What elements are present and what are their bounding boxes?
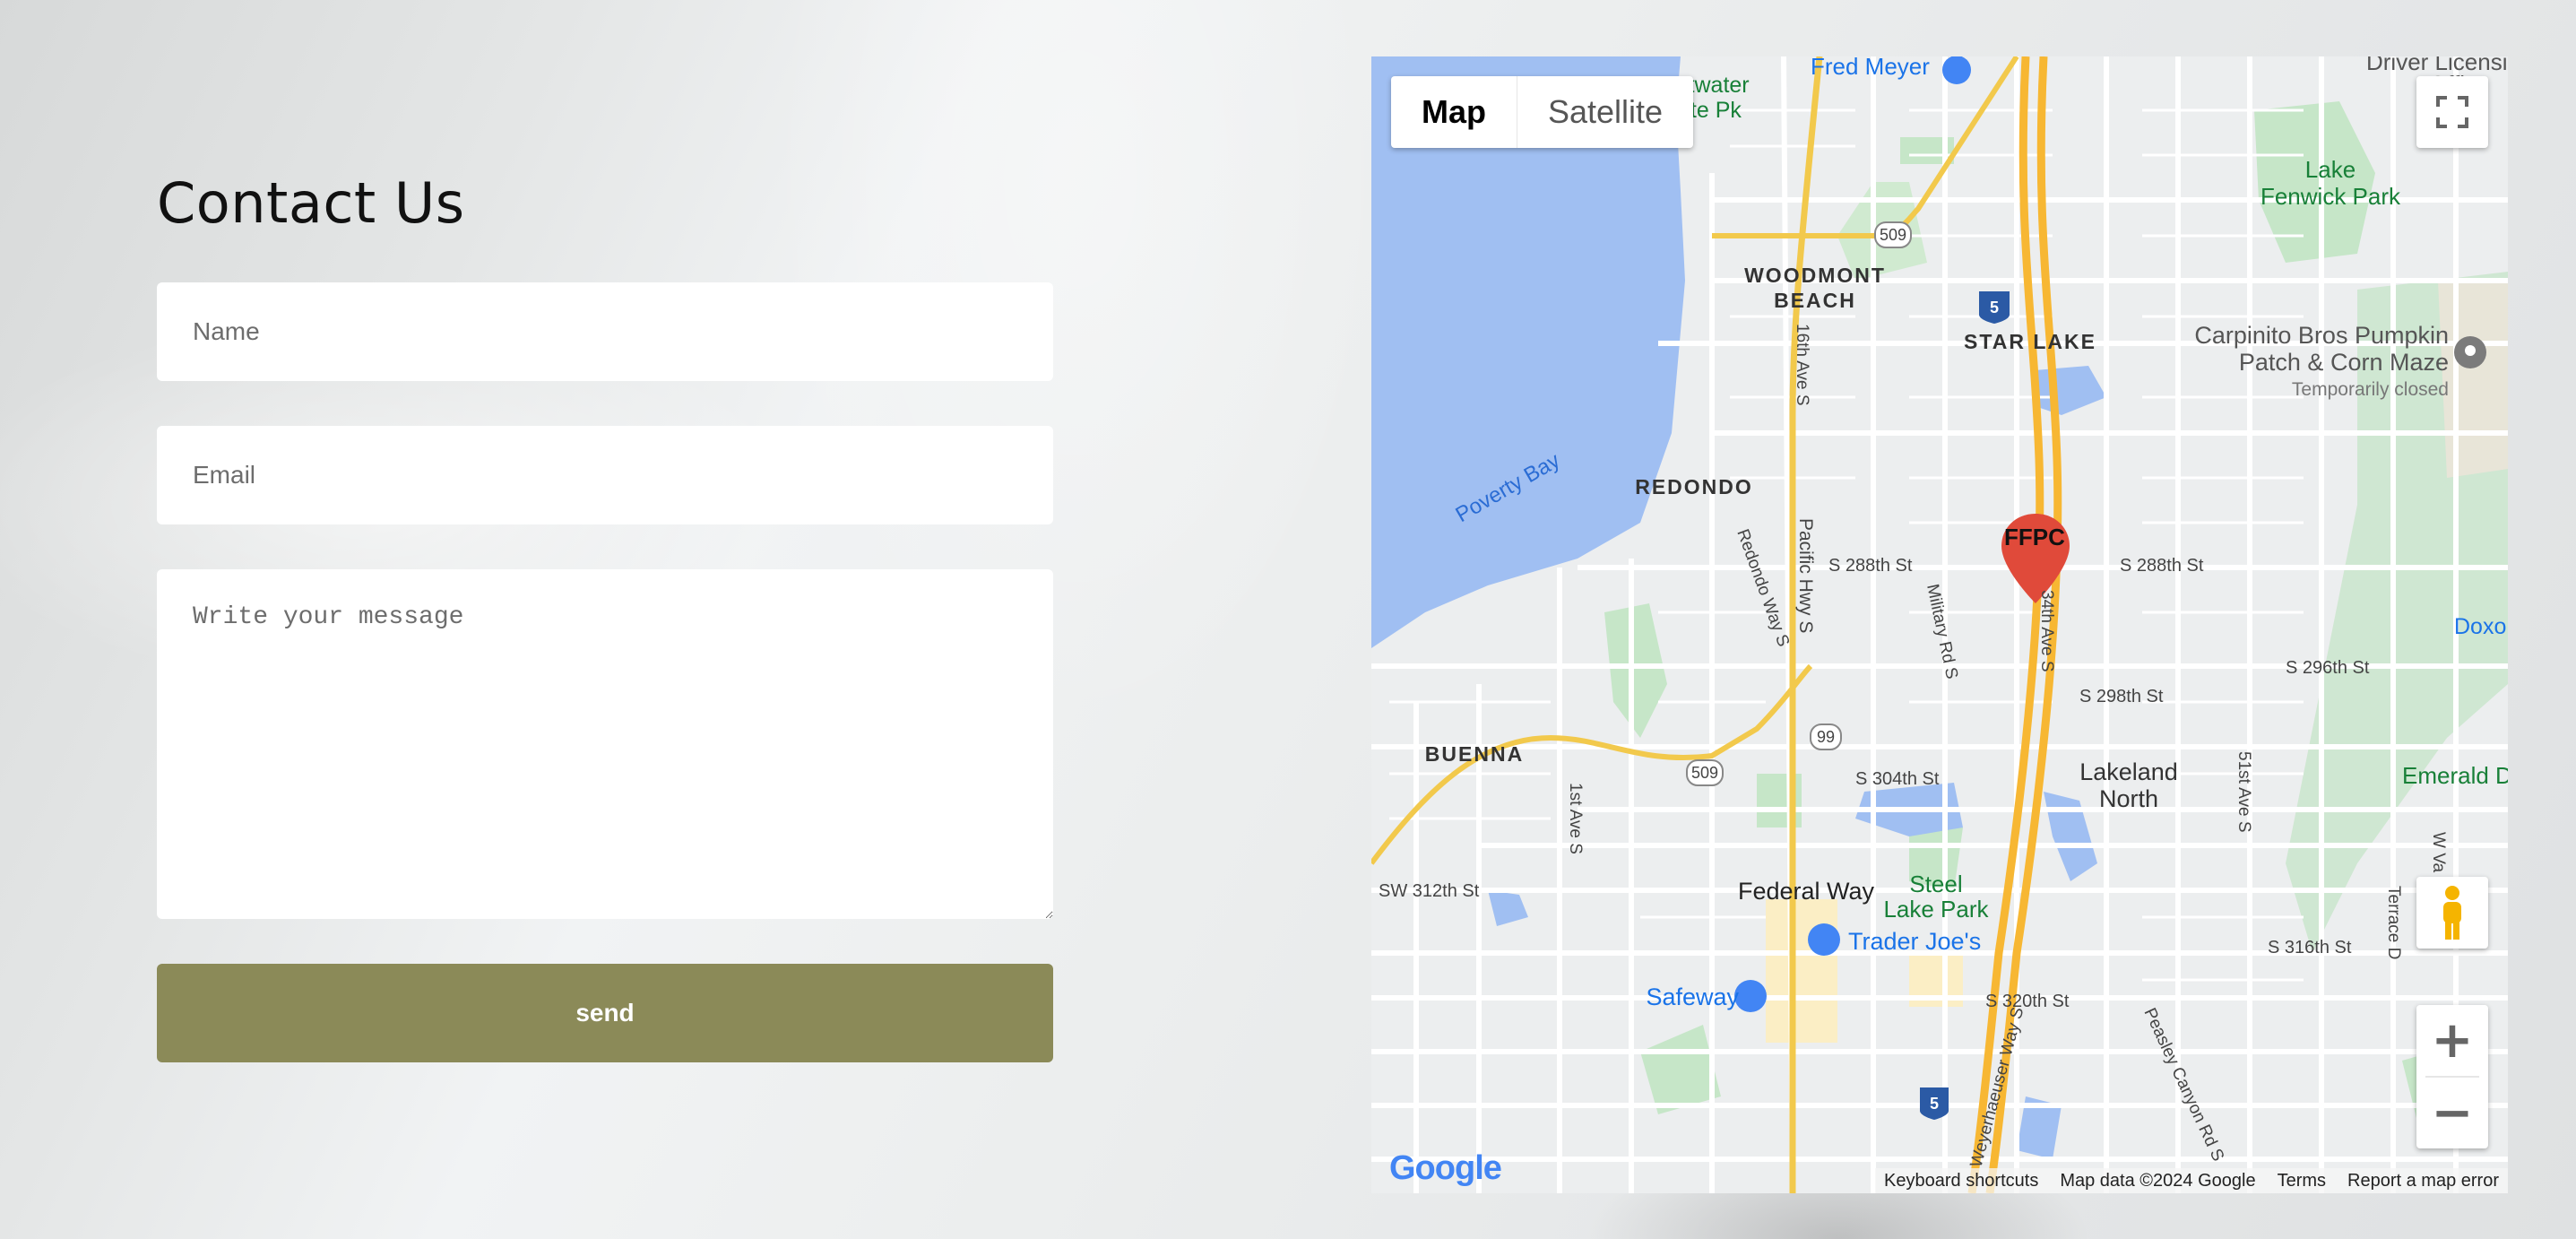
- svg-text:Emerald D: Emerald D: [2402, 762, 2508, 789]
- svg-text:5: 5: [1930, 1095, 1939, 1113]
- poi-carpinito-icon[interactable]: [2454, 336, 2486, 368]
- svg-text:S 304th St: S 304th St: [1855, 769, 1940, 789]
- svg-text:Trader Joe's: Trader Joe's: [1848, 928, 1981, 955]
- svg-text:S 320th St: S 320th St: [1985, 992, 2070, 1011]
- commercial-area: [1766, 899, 1837, 1043]
- svg-text:S 296th St: S 296th St: [2286, 658, 2370, 678]
- svg-text:16th Ave S: 16th Ave S: [1793, 324, 1811, 406]
- lake: [2044, 792, 2097, 881]
- contact-form: Contact Us send: [157, 170, 1053, 1062]
- svg-text:S 288th St: S 288th St: [1828, 556, 1913, 576]
- zoom-out-button[interactable]: −: [2416, 1078, 2488, 1148]
- map-type-control: Map Satellite: [1391, 76, 1694, 148]
- pond: [1488, 890, 1528, 926]
- keyboard-shortcuts-link[interactable]: Keyboard shortcuts: [1884, 1171, 2038, 1191]
- svg-text:WOODMONT: WOODMONT: [1744, 264, 1886, 287]
- park-area: [1640, 1025, 1721, 1114]
- svg-text:Steel: Steel: [1909, 871, 1962, 897]
- send-button[interactable]: send: [157, 964, 1053, 1062]
- park-area: [1604, 603, 1667, 738]
- svg-text:REDONDO: REDONDO: [1635, 475, 1753, 498]
- svg-text:Peasley Canyon Rd S: Peasley Canyon Rd S: [2139, 1005, 2227, 1164]
- svg-text:Federal Way: Federal Way: [1738, 878, 1875, 905]
- svg-text:S 298th St: S 298th St: [2079, 687, 2164, 706]
- page-title: Contact Us: [157, 170, 465, 236]
- svg-text:Patch & Corn Maze: Patch & Corn Maze: [2239, 349, 2449, 376]
- svg-text:34th Ave S: 34th Ave S: [2037, 590, 2056, 672]
- fullscreen-button[interactable]: [2416, 76, 2488, 148]
- svg-text:Terrace D: Terrace D: [2384, 886, 2403, 959]
- svg-text:99: 99: [1817, 728, 1835, 746]
- pegman-icon: [2443, 886, 2461, 940]
- svg-text:Redondo Way S: Redondo Way S: [1733, 527, 1793, 650]
- svg-text:Fenwick Park: Fenwick Park: [2260, 183, 2401, 210]
- embedded-map[interactable]: 509 509 99 5 5 ltwater ate Pk Fred Meyer: [1371, 56, 2508, 1193]
- svg-text:SW 312th St: SW 312th St: [1379, 881, 1480, 901]
- google-logo-text: Google: [1389, 1149, 1502, 1187]
- svg-text:Doxo: Doxo: [2454, 614, 2506, 639]
- zoom-control: + −: [2416, 1005, 2488, 1148]
- map-attribution-bar: Keyboard shortcuts Map data ©2024 Google…: [1875, 1168, 2508, 1193]
- poi-fred-meyer-icon[interactable]: [1942, 56, 1971, 84]
- google-logo[interactable]: Google: [1389, 1149, 1502, 1188]
- svg-text:Lake: Lake: [2305, 156, 2356, 183]
- svg-text:51st Ave S: 51st Ave S: [2235, 751, 2253, 833]
- email-input[interactable]: [157, 426, 1053, 524]
- svg-text:FFPC: FFPC: [2004, 524, 2065, 550]
- svg-text:W Va: W Va: [2429, 832, 2448, 872]
- svg-text:509: 509: [1691, 764, 1718, 782]
- report-error-link[interactable]: Report a map error: [2347, 1171, 2499, 1191]
- map-data-credit: Map data ©2024 Google: [2060, 1170, 2256, 1191]
- zoom-in-button[interactable]: +: [2416, 1005, 2488, 1076]
- svg-text:Safeway: Safeway: [1646, 983, 1739, 1010]
- poi-trader-joes-icon[interactable]: [1808, 923, 1840, 956]
- plus-icon: +: [2431, 1011, 2474, 1070]
- svg-text:Temporarily closed: Temporarily closed: [2292, 379, 2449, 400]
- svg-text:STAR LAKE: STAR LAKE: [1964, 330, 2096, 353]
- svg-text:Lake Park: Lake Park: [1883, 896, 1989, 923]
- map-type-satellite-button[interactable]: Satellite: [1517, 76, 1693, 148]
- message-textarea[interactable]: [157, 569, 1053, 919]
- terms-link[interactable]: Terms: [2278, 1171, 2326, 1191]
- name-input[interactable]: [157, 282, 1053, 381]
- svg-text:North: North: [2099, 785, 2158, 812]
- svg-text:1st Ave S: 1st Ave S: [1566, 783, 1585, 854]
- svg-text:Lakeland: Lakeland: [2079, 758, 2178, 785]
- star-lake: [2035, 366, 2106, 415]
- svg-text:BEACH: BEACH: [1774, 289, 1856, 312]
- svg-text:509: 509: [1880, 226, 1906, 244]
- poi-safeway-icon[interactable]: [1734, 980, 1767, 1012]
- map-canvas[interactable]: 509 509 99 5 5 ltwater ate Pk Fred Meyer: [1371, 56, 2508, 1193]
- svg-text:Fred Meyer: Fred Meyer: [1811, 56, 1930, 80]
- minus-icon: −: [2431, 1083, 2474, 1142]
- svg-text:5: 5: [1990, 299, 1999, 316]
- svg-text:S 288th St: S 288th St: [2120, 556, 2204, 576]
- fullscreen-icon: [2436, 96, 2468, 128]
- map-type-map-button[interactable]: Map: [1391, 76, 1517, 148]
- svg-text:Carpinito Bros Pumpkin: Carpinito Bros Pumpkin: [2194, 322, 2449, 349]
- svg-text:Pacific Hwy S: Pacific Hwy S: [1795, 518, 1816, 633]
- svg-text:S 316th St: S 316th St: [2268, 938, 2352, 957]
- street-view-pegman-button[interactable]: [2416, 877, 2488, 949]
- svg-text:BUENNA: BUENNA: [1425, 742, 1524, 766]
